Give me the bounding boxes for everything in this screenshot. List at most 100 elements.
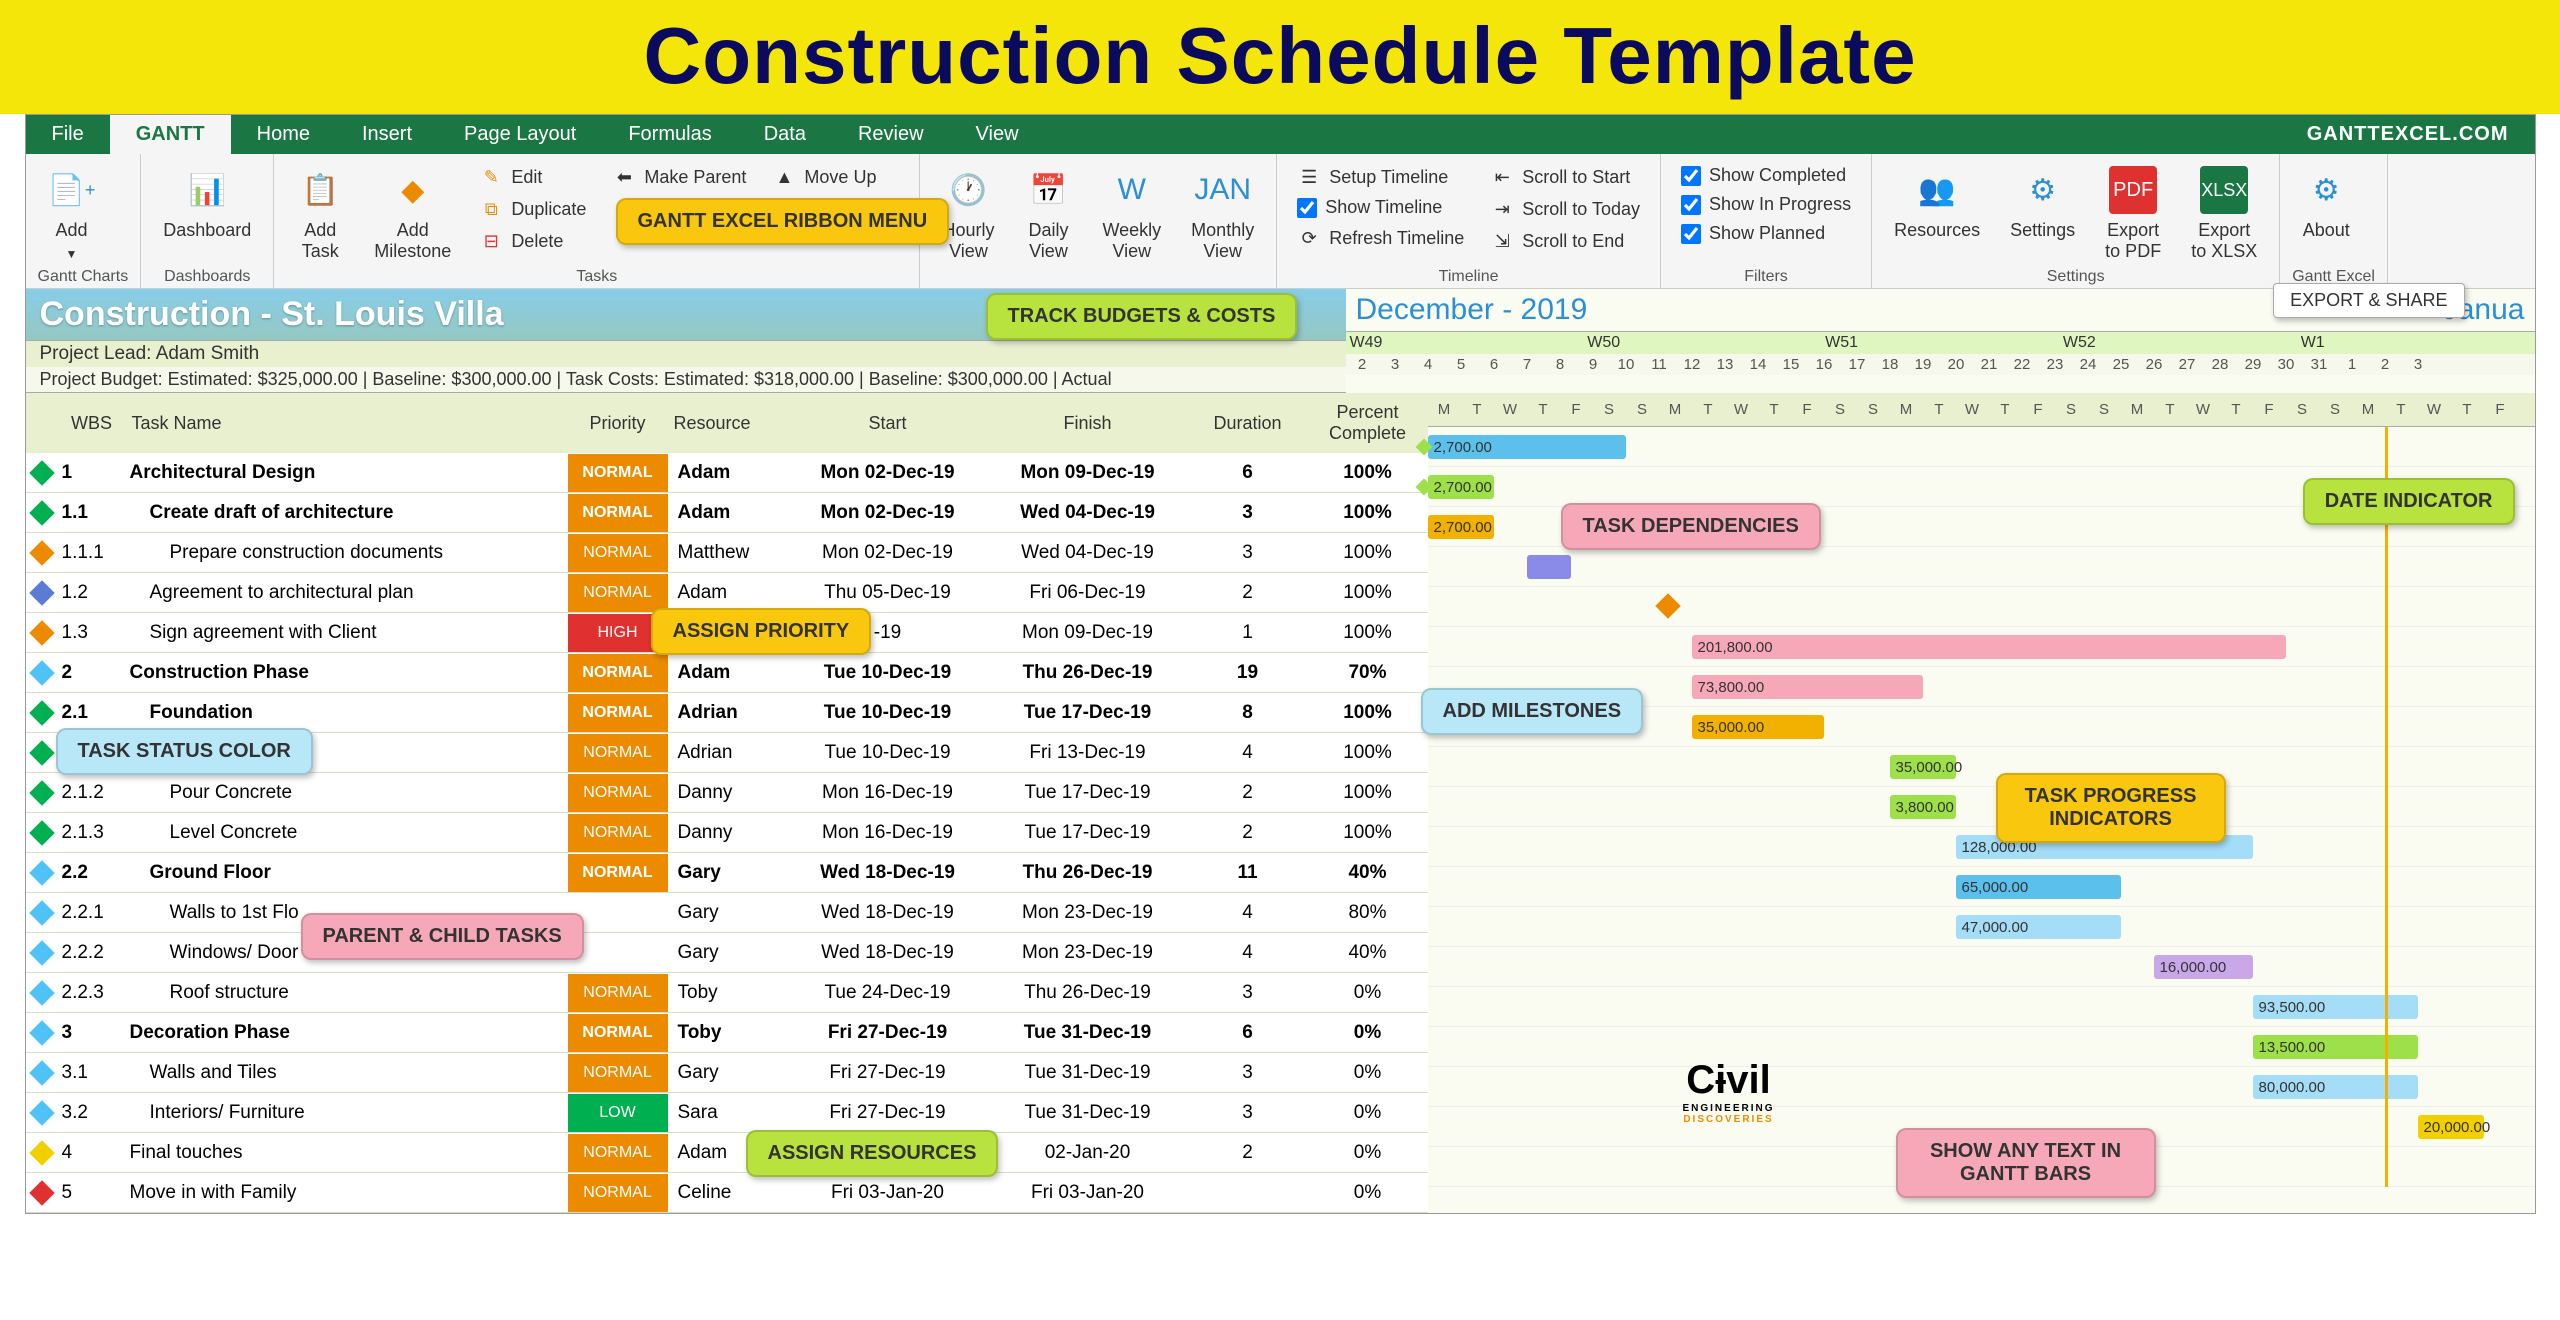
resource-cell: Gary [668, 942, 788, 964]
table-row[interactable]: 1.1 Create draft of architecture NORMAL … [26, 493, 1428, 533]
callout-task-progress: TASK PROGRESS INDICATORS [1996, 773, 2226, 843]
start-cell: Tue 24-Dec-19 [788, 982, 988, 1004]
finish-cell: Tue 31-Dec-19 [988, 1102, 1188, 1124]
gantt-bar[interactable]: 2,700.00 [1428, 475, 1494, 499]
start-cell: Fri 27-Dec-19 [788, 1022, 988, 1044]
gantt-row: 201,800.00 [1428, 627, 2535, 667]
priority-cell: NORMAL [568, 534, 668, 572]
table-row[interactable]: 2 Construction Phase NORMAL Adam Tue 10-… [26, 653, 1428, 693]
table-row[interactable]: 5 Move in with Family NORMAL Celine Fri … [26, 1173, 1428, 1213]
wbs-cell: 4 [58, 1142, 126, 1164]
scroll-end-button[interactable]: ⇲Scroll to End [1482, 226, 1648, 256]
export-xlsx-button[interactable]: XLSXExport to XLSX [2181, 162, 2267, 266]
task-name-cell: Walls and Tiles [126, 1062, 568, 1084]
gantt-bar[interactable]: 201,800.00 [1692, 635, 2286, 659]
gantt-bar[interactable]: 93,500.00 [2253, 995, 2418, 1019]
tab-formulas[interactable]: Formulas [602, 115, 737, 154]
tab-file[interactable]: File [26, 115, 110, 154]
tab-data[interactable]: Data [738, 115, 832, 154]
callout-track-budgets: TRACK BUDGETS & COSTS [986, 293, 1298, 340]
gantt-bar[interactable]: 3,800.00 [1890, 795, 1956, 819]
gantt-bar[interactable]: 35,000.00 [1890, 755, 1956, 779]
refresh-timeline-button[interactable]: ⟳Refresh Timeline [1289, 223, 1472, 253]
table-row[interactable]: 2.1 Foundation NORMAL Adrian Tue 10-Dec-… [26, 693, 1428, 733]
tab-gantt[interactable]: GANTT [110, 115, 231, 154]
add-milestone-button[interactable]: ◆Add Milestone [364, 162, 461, 266]
gantt-row: 80,000.00 [1428, 1067, 2535, 1107]
status-indicator [29, 780, 54, 805]
priority-cell: NORMAL [568, 1174, 668, 1212]
tab-page-layout[interactable]: Page Layout [438, 115, 602, 154]
monthly-view-button[interactable]: JANMonthly View [1181, 162, 1264, 266]
finish-cell: Tue 17-Dec-19 [988, 702, 1188, 724]
gantt-bar[interactable]: 65,000.00 [1956, 875, 2121, 899]
finish-cell: Fri 06-Dec-19 [988, 582, 1188, 604]
gantt-bar[interactable]: 47,000.00 [1956, 915, 2121, 939]
add-button[interactable]: 📄+Add▼ [38, 162, 106, 265]
table-row[interactable]: 3.2 Interiors/ Furniture LOW Sara Fri 27… [26, 1093, 1428, 1133]
scroll-start-button[interactable]: ⇤Scroll to Start [1482, 162, 1648, 192]
table-row[interactable]: 1.2 Agreement to architectural plan NORM… [26, 573, 1428, 613]
dashboard-button[interactable]: 📊Dashboard [153, 162, 261, 245]
about-button[interactable]: ⚙About [2292, 162, 2360, 245]
gantt-bar[interactable]: 80,000.00 [2253, 1075, 2418, 1099]
percent-cell: 0% [1308, 982, 1428, 1004]
table-row[interactable]: 2.2.2 Windows/ Door Gary Wed 18-Dec-19 M… [26, 933, 1428, 973]
show-timeline-check[interactable]: Show Timeline [1289, 194, 1472, 221]
table-row[interactable]: 2.2.1 Walls to 1st Flo Gary Wed 18-Dec-1… [26, 893, 1428, 933]
show-progress-check[interactable]: Show In Progress [1673, 191, 1859, 218]
wbs-cell: 1.3 [58, 622, 126, 644]
priority-cell: NORMAL [568, 1134, 668, 1172]
add-task-button[interactable]: 📋Add Task [286, 162, 354, 266]
gantt-bar[interactable]: 13,500.00 [2253, 1035, 2418, 1059]
table-row[interactable]: 3 Decoration Phase NORMAL Toby Fri 27-De… [26, 1013, 1428, 1053]
percent-cell: 0% [1308, 1062, 1428, 1084]
table-row[interactable]: 2.2 Ground Floor NORMAL Gary Wed 18-Dec-… [26, 853, 1428, 893]
show-planned-check[interactable]: Show Planned [1673, 220, 1859, 247]
gantt-bar[interactable]: 2,700.00 [1428, 515, 1494, 539]
callout-assign-resources: ASSIGN RESOURCES [746, 1130, 999, 1177]
gantt-days: 2345678910111213141516171819202122232425… [1346, 354, 2535, 375]
gantt-bar[interactable]: 20,000.00 [2418, 1115, 2484, 1139]
table-row[interactable]: 4 Final touches NORMAL Adam 02-Jan-20 2 … [26, 1133, 1428, 1173]
callout-assign-priority: ASSIGN PRIORITY [651, 608, 872, 655]
scroll-today-button[interactable]: ⇥Scroll to Today [1482, 194, 1648, 224]
resources-button[interactable]: 👥Resources [1884, 162, 1990, 245]
tab-review[interactable]: Review [832, 115, 950, 154]
move-up-button[interactable]: ▲Move Up [764, 162, 907, 192]
tab-home[interactable]: Home [231, 115, 336, 154]
show-completed-check[interactable]: Show Completed [1673, 162, 1859, 189]
priority-cell: NORMAL [568, 654, 668, 692]
gantt-bar[interactable] [1527, 555, 1571, 579]
gantt-bar[interactable]: 73,800.00 [1692, 675, 1923, 699]
percent-cell: 0% [1308, 1182, 1428, 1204]
weekly-view-button[interactable]: WWeekly View [1092, 162, 1171, 266]
task-name-cell: Sign agreement with Client [126, 622, 568, 644]
gantt-bar[interactable]: 2,700.00 [1428, 435, 1626, 459]
delete-button[interactable]: ⊟Delete [471, 226, 594, 256]
export-pdf-button[interactable]: PDFExport to PDF [2095, 162, 2171, 266]
tab-insert[interactable]: Insert [336, 115, 438, 154]
settings-button[interactable]: ⚙Settings [2000, 162, 2085, 245]
percent-cell: 0% [1308, 1142, 1428, 1164]
table-row[interactable]: 2.1.2 Pour Concrete NORMAL Danny Mon 16-… [26, 773, 1428, 813]
gantt-bar[interactable]: 35,000.00 [1692, 715, 1824, 739]
setup-timeline-button[interactable]: ☰Setup Timeline [1289, 162, 1472, 192]
daily-view-button[interactable]: 📅Daily View [1014, 162, 1082, 266]
priority-cell: NORMAL [568, 574, 668, 612]
table-row[interactable]: 2.1.3 Level Concrete NORMAL Danny Mon 16… [26, 813, 1428, 853]
wbs-cell: 2.2.2 [58, 942, 126, 964]
tab-view[interactable]: View [950, 115, 1045, 154]
duplicate-button[interactable]: ⧉Duplicate [471, 194, 594, 224]
gantt-bar[interactable]: 16,000.00 [2154, 955, 2253, 979]
priority-cell: NORMAL [568, 774, 668, 812]
table-row[interactable]: 1 Architectural Design NORMAL Adam Mon 0… [26, 453, 1428, 493]
table-row[interactable]: 1.1.1 Prepare construction documents NOR… [26, 533, 1428, 573]
milestone-diamond[interactable] [1655, 593, 1680, 618]
make-parent-button[interactable]: ⬅Make Parent [604, 162, 754, 192]
table-row[interactable]: 2.2.3 Roof structure NORMAL Toby Tue 24-… [26, 973, 1428, 1013]
table-row[interactable]: 3.1 Walls and Tiles NORMAL Gary Fri 27-D… [26, 1053, 1428, 1093]
callout-show-text: SHOW ANY TEXT IN GANTT BARS [1896, 1128, 2156, 1198]
callout-date-indicator: DATE INDICATOR [2303, 478, 2515, 525]
edit-button[interactable]: ✎Edit [471, 162, 594, 192]
